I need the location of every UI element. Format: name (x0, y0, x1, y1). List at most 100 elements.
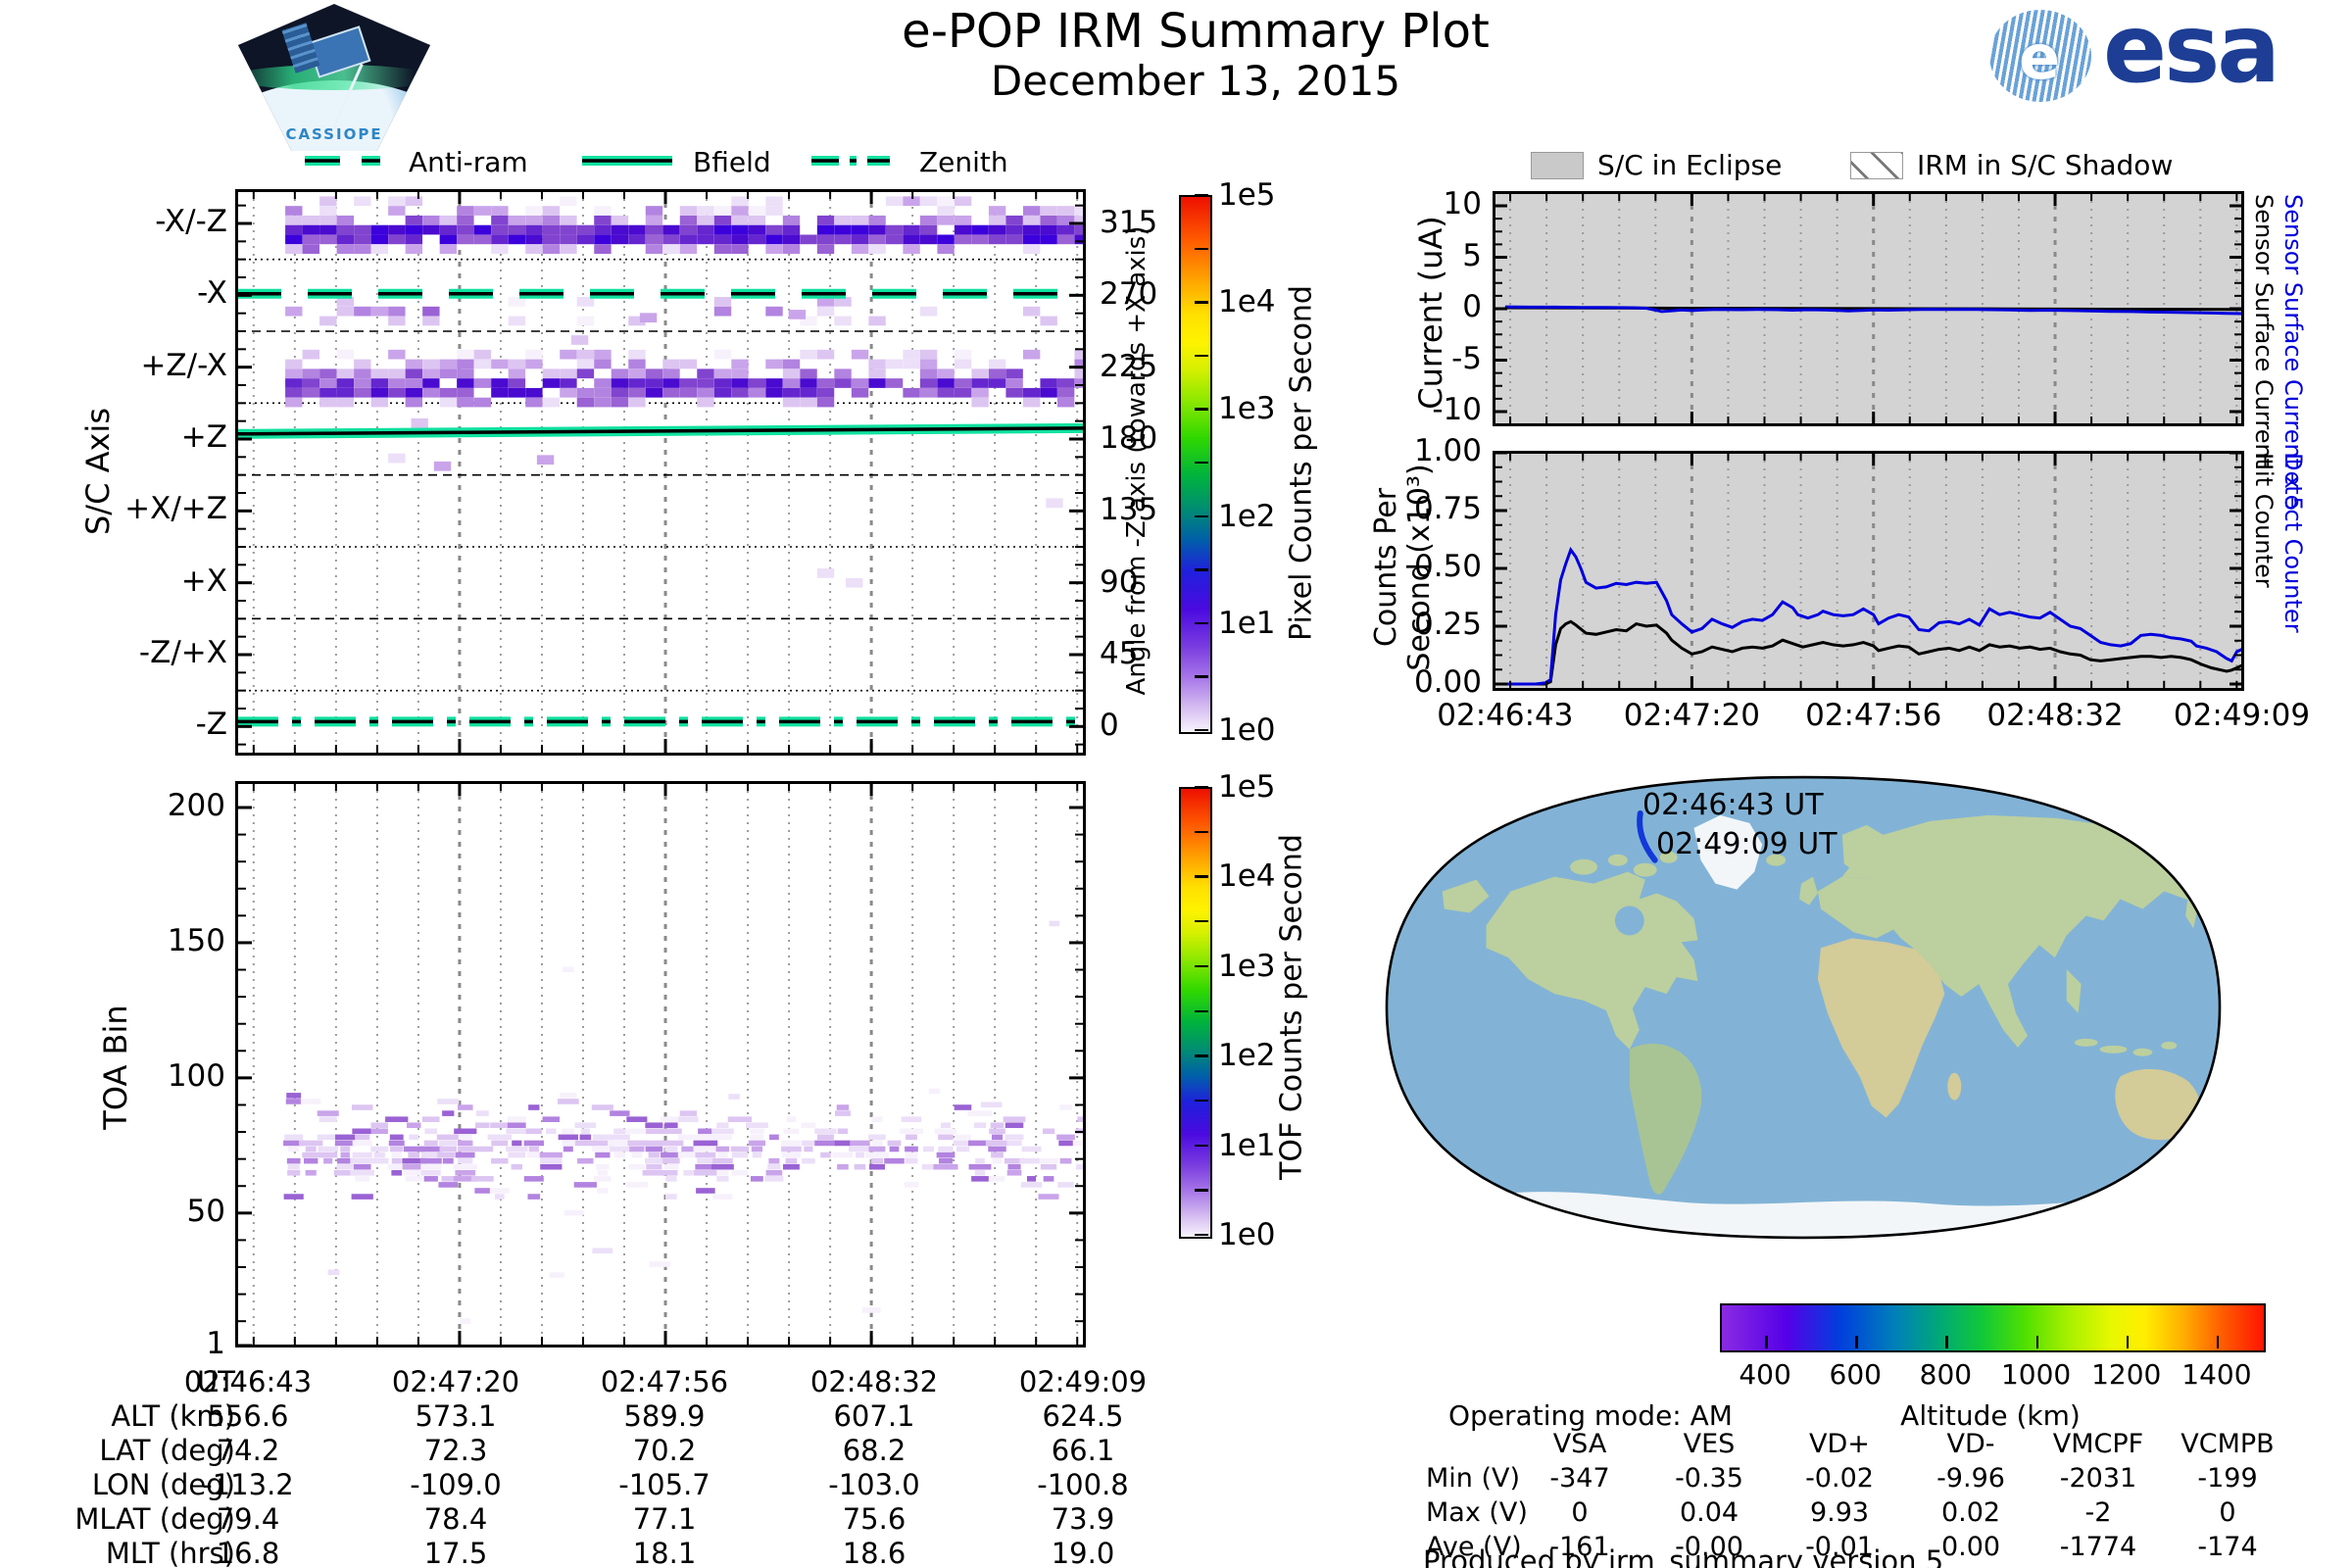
ephemeris-cell: 02:47:56 (600, 1365, 729, 1398)
sc-axis-spectrogram (235, 189, 1086, 756)
colorbar-tick (1195, 194, 1208, 197)
colorbar-tick (1195, 247, 1208, 250)
legend-zenith-label: Zenith (919, 146, 1008, 178)
map-start-time-label: 02:46:43 UT (1642, 788, 1824, 822)
ephemeris-cell: -113.2 (202, 1468, 294, 1501)
axis-left-label: -Z (195, 707, 227, 743)
toa-bin-spectrogram (235, 781, 1086, 1348)
colorbar-tick (1195, 301, 1208, 304)
tof-cb-tick-label: 1e3 (1218, 948, 1276, 984)
pixel-cb-tick-label: 1e4 (1218, 284, 1276, 320)
page-date: December 13, 2015 (990, 57, 1401, 105)
altitude-colorbar (1720, 1303, 2266, 1352)
current-tick-label: 10 (1443, 186, 1482, 221)
sensor-surface-current-label: Sensor Surface Current (2250, 194, 2278, 468)
legend-shadow-label: IRM in S/C Shadow (1917, 149, 2174, 181)
angle-tick-label: 90 (1100, 564, 1139, 600)
angle-tick-label: 135 (1100, 492, 1158, 528)
altitude-tick-mark (2035, 1336, 2039, 1348)
left-legend-samples (305, 156, 890, 166)
ephemeris-cell: -100.8 (1037, 1468, 1129, 1501)
ephemeris-cell: 02:47:20 (391, 1365, 520, 1398)
right-time-label: 02:49:09 (2173, 698, 2311, 733)
right-time-label: 02:46:43 (1437, 698, 1574, 733)
ephemeris-cell: 16.8 (216, 1537, 280, 1568)
current-tick-label: 0 (1462, 289, 1482, 324)
axis-left-label: -X (197, 275, 227, 312)
cassiope-mission-patch: CASSIOPE (237, 4, 431, 151)
ephemeris-cell: 556.6 (207, 1399, 289, 1433)
colorbar-tick (1195, 1099, 1208, 1102)
legend-bfield-label: Bfield (693, 146, 771, 178)
ephemeris-cell: 70.2 (632, 1434, 697, 1467)
ephemeris-cell: 75.6 (842, 1502, 906, 1536)
ephemeris-cell: 78.4 (423, 1502, 488, 1536)
hit-counter-label: Hit Counter (2250, 453, 2278, 588)
tof-cb-tick-label: 1e5 (1218, 769, 1276, 805)
colorbar-tick (1195, 729, 1208, 732)
page-title: e-POP IRM Summary Plot (902, 4, 1490, 59)
altitude-tick-label: 1400 (2181, 1358, 2252, 1391)
axis-left-label: -X/-Z (155, 204, 227, 239)
angle-tick-label: 45 (1100, 635, 1139, 671)
altitude-tick-mark (2216, 1336, 2220, 1348)
altitude-tick-mark (2126, 1336, 2130, 1348)
volt-cell: -199 (2197, 1463, 2258, 1494)
angle-tick-label: 225 (1100, 348, 1158, 384)
toa-tick-label: 150 (167, 922, 225, 958)
current-tick-label: 5 (1462, 237, 1482, 273)
colorbar-tick (1195, 964, 1208, 968)
ephemeris-cell: 18.1 (632, 1537, 697, 1568)
angle-tick-label: 315 (1100, 205, 1158, 240)
altitude-tick-mark (1855, 1336, 1858, 1348)
angle-tick-label: 0 (1100, 708, 1119, 744)
tof-cb-tick-label: 1e4 (1218, 858, 1276, 895)
tof-cb-tick-label: 1e1 (1218, 1127, 1276, 1163)
ephemeris-cell: 02:49:09 (1018, 1365, 1148, 1398)
axis-left-label: +X (180, 563, 227, 599)
angle-tick-label: 270 (1100, 276, 1158, 313)
tof-counts-colorbar-title: TOF Counts per Second (1274, 834, 1309, 1180)
colorbar-tick (1195, 462, 1208, 465)
legend-eclipse-swatch (1531, 152, 1584, 179)
map-end-time-label: 02:49:09 UT (1656, 827, 1838, 861)
colorbar-tick (1195, 875, 1208, 878)
ephemeris-cell: 68.2 (842, 1434, 906, 1467)
angle-tick-label: 180 (1100, 419, 1158, 456)
pixel-counts-colorbar (1179, 195, 1212, 734)
counter-rates-plot (1493, 451, 2244, 691)
colorbar-tick (1195, 1234, 1208, 1237)
colorbar-tick (1195, 675, 1208, 678)
legend-shadow-swatch (1850, 152, 1903, 179)
toa-tick-label: 50 (186, 1193, 225, 1229)
ephemeris-cell: 73.9 (1051, 1502, 1115, 1536)
colorbar-tick (1195, 408, 1208, 411)
pixel-cb-tick-label: 1e2 (1218, 498, 1276, 534)
counts-tick-label: 0.75 (1413, 491, 1482, 526)
esa-globe-e: e (2019, 22, 2061, 93)
volt-cell: 0 (2219, 1497, 2236, 1528)
axis-left-label: +Z/-X (140, 347, 227, 383)
altitude-tick-mark (1945, 1336, 1948, 1348)
ephemeris-cell: 573.1 (415, 1399, 497, 1433)
volt-cell: -174 (2197, 1532, 2258, 1562)
toa-tick-label: 200 (167, 787, 225, 823)
colorbar-tick (1195, 1189, 1208, 1192)
colorbar-tick (1195, 1054, 1208, 1057)
ephemeris-cell: 19.0 (1051, 1537, 1115, 1568)
tof-counts-colorbar (1179, 787, 1212, 1239)
right-time-label: 02:48:32 (1986, 698, 2124, 733)
counts-tick-label: 0.25 (1413, 607, 1482, 642)
colorbar-tick (1195, 568, 1208, 571)
altitude-colorbar-label: Altitude (km) (1900, 1399, 2081, 1432)
ephemeris-cell: 607.1 (833, 1399, 915, 1433)
axis-left-label: +Z (180, 418, 227, 455)
sensor-current-plot (1493, 191, 2244, 426)
toa-tick-label: 100 (167, 1057, 225, 1094)
current-tick-label: -10 (1432, 392, 1482, 427)
colorbar-tick (1195, 621, 1208, 625)
pixel-counts-colorbar-title: Pixel Counts per Second (1284, 285, 1319, 641)
right-time-label: 02:47:20 (1623, 698, 1760, 733)
patch-title: CASSIOPE (285, 125, 383, 143)
ephemeris-cell: -103.0 (828, 1468, 920, 1501)
